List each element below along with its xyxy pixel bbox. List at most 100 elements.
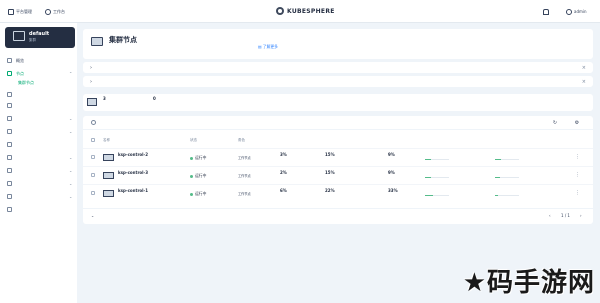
kubesphere-logo-icon <box>276 7 284 15</box>
chevron-down-icon: ⌄ <box>91 213 95 218</box>
menu-icon <box>7 92 12 97</box>
node-count: 3 <box>103 96 106 101</box>
platform-label: 平台管理 <box>16 8 32 14</box>
more-actions-icon[interactable]: ⋮ <box>575 190 580 196</box>
usage-bar-fill <box>495 159 501 161</box>
settings-button[interactable]: ⚙ <box>573 119 581 127</box>
menu-icon <box>7 116 12 121</box>
bell-icon <box>543 8 549 15</box>
workbench-label: 工作台 <box>53 8 65 14</box>
sidebar-item-10[interactable] <box>7 180 16 187</box>
more-actions-icon[interactable]: ⋮ <box>575 172 580 178</box>
sidebar-item-4[interactable] <box>7 102 16 109</box>
memory-value: 22% <box>325 188 335 193</box>
chevron-down-icon: ⌄ <box>69 155 73 160</box>
brand-name: KUBESPHERE <box>287 7 335 15</box>
node-name[interactable]: ksp-control-2 <box>118 152 148 157</box>
row-checkbox[interactable] <box>91 173 95 177</box>
col-header-name[interactable]: 名称 <box>103 138 110 143</box>
cpu-value: 6% <box>280 188 287 193</box>
table-row[interactable]: ksp-control-3 运行中 工作节点 2% 15% 9% ⋮ <box>83 166 593 183</box>
sidebar-item-3[interactable] <box>7 91 16 98</box>
node-icon <box>87 98 97 106</box>
close-icon[interactable]: × <box>582 79 586 85</box>
sidebar-item-11[interactable] <box>7 193 16 200</box>
allocated-bar-fill <box>425 177 431 179</box>
node-name[interactable]: ksp-control-3 <box>118 170 148 175</box>
select-all-checkbox[interactable] <box>91 138 95 142</box>
menu-icon <box>7 103 12 108</box>
sidebar-item-8[interactable] <box>7 154 16 161</box>
close-icon[interactable]: × <box>582 65 586 71</box>
workspace-sub: 集群 <box>29 38 36 42</box>
sidebar <box>0 23 77 303</box>
row-checkbox[interactable] <box>91 155 95 159</box>
col-header-role[interactable]: 角色 <box>238 138 245 143</box>
status-dot-icon <box>190 156 193 160</box>
status-badge: 运行中 <box>190 191 206 197</box>
overview-icon <box>7 58 12 63</box>
sidebar-item-overview[interactable]: 概览 <box>7 57 24 64</box>
menu-icon <box>7 194 12 199</box>
next-page-button[interactable]: › <box>580 213 582 218</box>
gear-icon: ⚙ <box>574 120 580 126</box>
node-role: 工作节点 <box>238 192 251 196</box>
tip-panel-1[interactable]: › × <box>83 62 593 73</box>
more-actions-icon[interactable]: ⋮ <box>575 154 580 160</box>
per-page-select[interactable]: ⌄ <box>91 213 94 218</box>
node-name[interactable]: ksp-control-1 <box>118 188 148 193</box>
node-role: 工作节点 <box>238 156 251 160</box>
prev-page-button[interactable]: ‹ <box>549 213 551 218</box>
allocated-bar <box>425 195 449 197</box>
user-icon <box>566 8 572 15</box>
sidebar-item-12[interactable] <box>7 206 16 213</box>
row-checkbox[interactable] <box>91 191 95 195</box>
usage-bar <box>495 159 519 161</box>
status-dot-icon <box>190 192 193 196</box>
user-menu[interactable]: admin <box>566 8 587 15</box>
nodes-icon <box>7 71 12 76</box>
col-header-status[interactable]: 状态 <box>190 138 197 143</box>
sidebar-item-nodes[interactable]: 节点 <box>7 70 24 77</box>
refresh-button[interactable]: ↻ <box>551 119 559 127</box>
page-header: 集群节点 ▤ 了解更多 <box>83 29 593 59</box>
table-row[interactable]: ksp-control-1 运行中 工作节点 6% 22% 33% ⋮ <box>83 184 593 201</box>
sidebar-subitem-cluster-nodes[interactable]: 集群节点 <box>18 80 34 86</box>
tip-panel-2[interactable]: › × <box>83 76 593 87</box>
chevron-down-icon: ⌄ <box>69 168 73 173</box>
memory-value: 15% <box>325 170 335 175</box>
chevron-down-icon: ⌄ <box>69 129 73 134</box>
search-bar: ↻ ⚙ <box>83 116 593 130</box>
node-role: 工作节点 <box>238 174 251 178</box>
watermark-logo: ★码手游网 <box>462 268 595 298</box>
menu-icon <box>7 168 12 173</box>
sidebar-item-6[interactable] <box>7 128 16 135</box>
usage-bar <box>495 195 519 197</box>
workspace-card[interactable]: default 集群 <box>5 27 75 48</box>
usage-bar-fill <box>495 177 501 179</box>
sidebar-item-9[interactable] <box>7 167 16 174</box>
workbench-icon <box>45 8 51 15</box>
abnormal-count: 0 <box>153 96 156 101</box>
search-input[interactable] <box>100 119 520 127</box>
workbench-link[interactable]: 工作台 <box>45 8 65 15</box>
server-icon <box>103 190 114 197</box>
menu-icon <box>7 181 12 186</box>
cpu-value: 2% <box>280 170 287 175</box>
sidebar-item-5[interactable] <box>7 115 16 122</box>
refresh-icon: ↻ <box>552 120 558 126</box>
chevron-up-icon: ⌃ <box>69 71 73 76</box>
table-row[interactable]: ksp-control-2 运行中 工作节点 3% 15% 9% ⋮ <box>83 148 593 165</box>
brand-logo[interactable]: KUBESPHERE <box>276 7 335 15</box>
notification-button[interactable] <box>543 8 549 15</box>
learn-more-link[interactable]: ▤ 了解更多 <box>258 44 278 50</box>
status-dot-icon <box>190 174 193 178</box>
sidebar-item-7[interactable] <box>7 141 16 148</box>
chevron-down-icon: ⌄ <box>69 181 73 186</box>
platform-menu[interactable]: 平台管理 <box>8 8 32 15</box>
server-icon <box>103 154 114 161</box>
menu-icon <box>7 129 12 134</box>
menu-icon <box>7 155 12 160</box>
chevron-right-icon: › <box>90 78 92 85</box>
chevron-down-icon: ⌄ <box>69 194 73 199</box>
